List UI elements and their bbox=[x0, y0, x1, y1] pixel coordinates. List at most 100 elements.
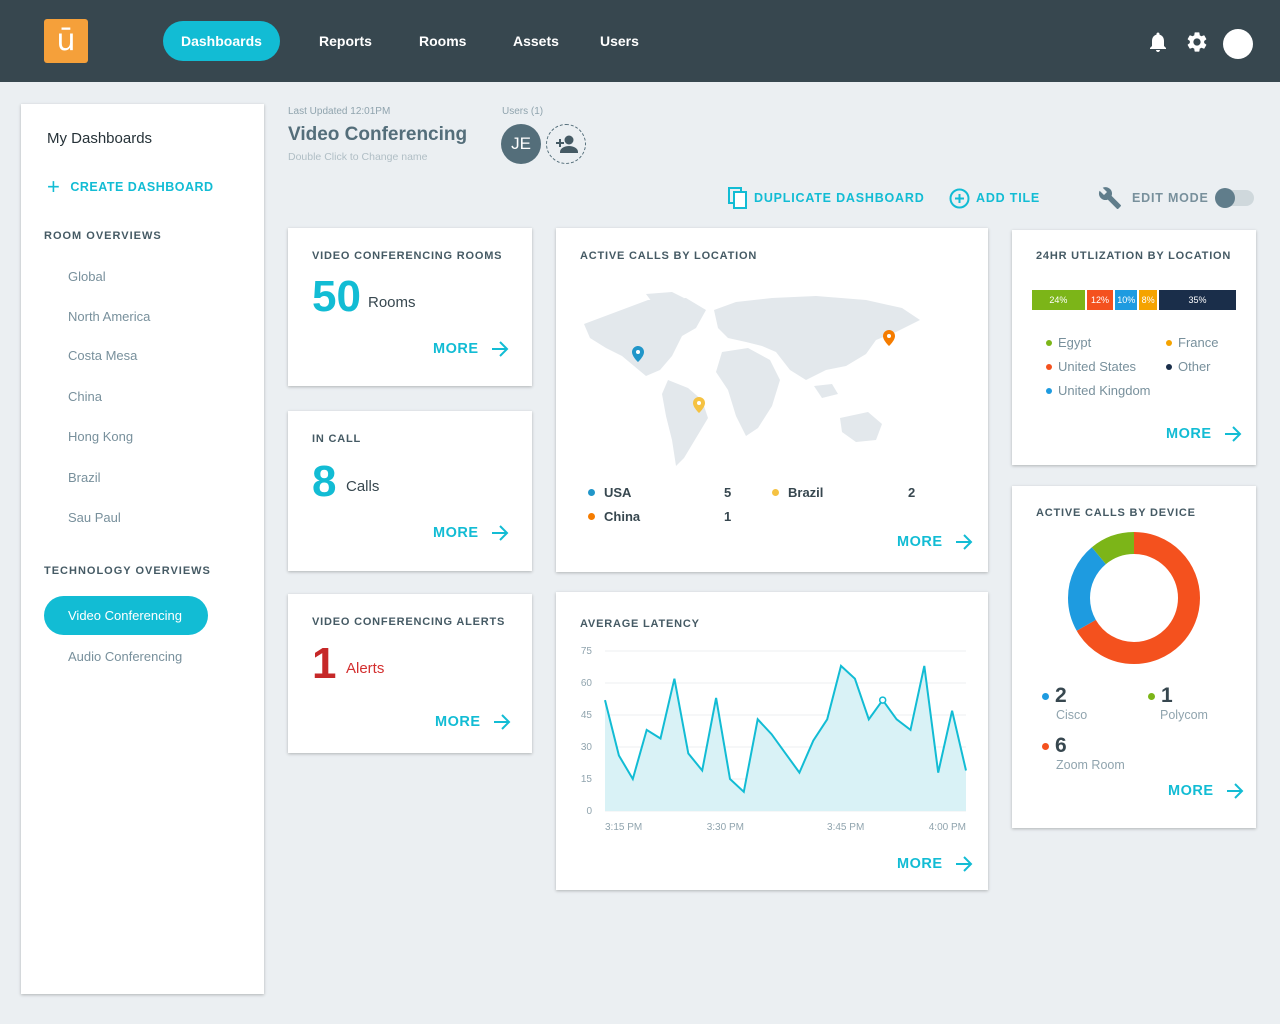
add-tile-label: ADD TILE bbox=[976, 191, 1041, 205]
in-call-tile-title: IN CALL bbox=[312, 433, 361, 445]
latency-y-tick-3: 45 bbox=[581, 710, 593, 721]
utilization-more-link[interactable]: MORE bbox=[1166, 426, 1242, 442]
cisco-dot bbox=[1042, 692, 1049, 700]
legend-united-kingdom: United Kingdom bbox=[1046, 383, 1151, 398]
devices-tile: ACTIVE CALLS BY DEVICE 2 Cisco 1 Polycom… bbox=[1012, 486, 1256, 828]
wrench-icon bbox=[1098, 187, 1121, 209]
user-avatar[interactable]: JE bbox=[501, 124, 541, 164]
legend-france: France bbox=[1166, 335, 1218, 350]
arrow-right-icon bbox=[491, 525, 508, 541]
zoom-room-dot bbox=[1042, 742, 1049, 750]
polycom-count: 1 bbox=[1148, 684, 1173, 708]
rooms-count: 50 bbox=[312, 272, 361, 321]
create-dashboard-button[interactable]: + CREATE DASHBOARD bbox=[47, 176, 214, 198]
in-call-more-link[interactable]: MORE bbox=[433, 525, 509, 541]
in-call-more-label: MORE bbox=[433, 525, 479, 541]
latency-point-20[interactable] bbox=[878, 696, 887, 704]
legend-other-name: Other bbox=[1178, 359, 1211, 374]
avatar[interactable] bbox=[1223, 29, 1253, 59]
top-nav: ū Dashboards Reports Rooms Assets Users bbox=[0, 0, 1280, 82]
nav-rooms[interactable]: Rooms bbox=[419, 21, 466, 61]
page-subtitle: Double Click to Change name bbox=[288, 151, 428, 163]
page-title[interactable]: Video Conferencing bbox=[288, 124, 467, 146]
china-dot bbox=[588, 513, 595, 520]
france-dot bbox=[1166, 339, 1172, 346]
latency-y-tick-2: 30 bbox=[581, 742, 593, 753]
add-user-button[interactable] bbox=[546, 124, 586, 164]
brand-logo[interactable]: ū bbox=[44, 19, 88, 63]
sidebar-item-costa-mesa[interactable]: Costa Mesa bbox=[68, 348, 137, 363]
nav-assets[interactable]: Assets bbox=[513, 21, 559, 61]
zoom-room-count: 6 bbox=[1042, 734, 1067, 758]
sidebar-item-global[interactable]: Global bbox=[68, 269, 106, 284]
add-tile-button[interactable]: ADD TILE bbox=[949, 186, 1040, 210]
legend-other: Other bbox=[1166, 359, 1211, 374]
rooms-more-link[interactable]: MORE bbox=[433, 341, 509, 357]
arrow-right-icon bbox=[493, 714, 510, 730]
cisco-label: Cisco bbox=[1056, 708, 1088, 722]
china-marker-icon bbox=[883, 330, 895, 346]
latency-x-tick-1: 3:30 PM bbox=[707, 822, 744, 833]
utilization-bar-2: 10% bbox=[1115, 290, 1138, 310]
alerts-count: 1 bbox=[312, 639, 337, 688]
nav-users[interactable]: Users bbox=[600, 21, 639, 61]
latency-y-tick-5: 75 bbox=[581, 646, 593, 657]
nav-reports[interactable]: Reports bbox=[319, 21, 372, 61]
arrow-right-icon bbox=[955, 856, 972, 872]
devices-more-label: MORE bbox=[1168, 783, 1214, 799]
sidebar-item-china[interactable]: China bbox=[68, 389, 102, 404]
sidebar-item-video-conferencing[interactable]: Video Conferencing bbox=[44, 596, 208, 635]
in-call-count: 8 bbox=[312, 457, 337, 506]
utilization-bar-1: 12% bbox=[1086, 290, 1114, 310]
devices-more-link[interactable]: MORE bbox=[1168, 783, 1244, 799]
legend-france-name: France bbox=[1178, 335, 1219, 350]
sidebar-item-brazil[interactable]: Brazil bbox=[68, 470, 101, 485]
latency-y-tick-4: 60 bbox=[581, 678, 593, 689]
legend-united-states-name: United States bbox=[1058, 359, 1137, 374]
sidebar-item-hong-kong[interactable]: Hong Kong bbox=[68, 429, 133, 444]
legend-brazil: Brazil bbox=[772, 485, 823, 500]
legend-usa-name: USA bbox=[604, 485, 632, 500]
latency-x-tick-2: 3:45 PM bbox=[827, 822, 864, 833]
sidebar-item-north-america[interactable]: North America bbox=[68, 309, 150, 324]
latency-tile: AVERAGE LATENCY 0 15 30 45 60 75 3:15 PM 3:30 P… bbox=[556, 592, 988, 890]
sidebar: My Dashboards + CREATE DASHBOARD ROOM OV… bbox=[21, 104, 264, 994]
toggle-knob bbox=[1215, 188, 1235, 208]
nav-dashboards[interactable]: Dashboards bbox=[163, 21, 280, 61]
legend-china: China bbox=[588, 509, 640, 524]
technology-overviews-heading: TECHNOLOGY OVERVIEWS bbox=[44, 565, 211, 577]
legend-china-name: China bbox=[604, 509, 641, 524]
duplicate-dashboard-label: DUPLICATE DASHBOARD bbox=[754, 191, 925, 205]
bell-icon[interactable] bbox=[1146, 30, 1170, 54]
cisco-count: 2 bbox=[1042, 684, 1067, 708]
latency-more-link[interactable]: MORE bbox=[897, 856, 973, 872]
active-calls-location-title: ACTIVE CALLS BY LOCATION bbox=[580, 250, 758, 262]
legend-egypt: Egypt bbox=[1046, 335, 1091, 350]
rooms-more-label: MORE bbox=[433, 341, 479, 357]
in-call-tile: IN CALL 8 Calls MORE bbox=[288, 411, 532, 571]
brazil-dot bbox=[772, 489, 779, 496]
create-dashboard-label: CREATE DASHBOARD bbox=[70, 180, 214, 194]
edit-mode-toggle[interactable] bbox=[1215, 188, 1254, 208]
legend-united-kingdom-name: United Kingdom bbox=[1058, 383, 1151, 398]
sidebar-item-sau-paul[interactable]: Sau Paul bbox=[68, 510, 121, 525]
legend-usa-value: 5 bbox=[724, 485, 732, 500]
legend-usa: USA bbox=[588, 485, 631, 500]
alerts-more-link[interactable]: MORE bbox=[435, 714, 511, 730]
room-overviews-heading: ROOM OVERVIEWS bbox=[44, 230, 162, 242]
sidebar-item-audio-conferencing[interactable]: Audio Conferencing bbox=[68, 649, 182, 664]
polycom-label: Polycom bbox=[1160, 708, 1208, 722]
world-map[interactable] bbox=[576, 290, 926, 470]
gear-icon[interactable] bbox=[1185, 30, 1209, 54]
devices-tile-title: ACTIVE CALLS BY DEVICE bbox=[1036, 507, 1196, 519]
last-updated: Last Updated 12:01PM bbox=[288, 106, 391, 117]
location-more-link[interactable]: MORE bbox=[897, 534, 973, 550]
latency-y-tick-1: 15 bbox=[581, 774, 593, 785]
alerts-more-label: MORE bbox=[435, 714, 481, 730]
latency-x-tick-3: 4:00 PM bbox=[929, 822, 966, 833]
logo-glyph: ū bbox=[56, 23, 76, 58]
arrow-right-icon bbox=[1224, 426, 1241, 442]
duplicate-dashboard-button[interactable]: DUPLICATE DASHBOARD bbox=[728, 186, 925, 210]
utilization-tile-title: 24HR UTLIZATION BY LOCATION bbox=[1036, 250, 1232, 262]
utilization-more-label: MORE bbox=[1166, 426, 1212, 442]
